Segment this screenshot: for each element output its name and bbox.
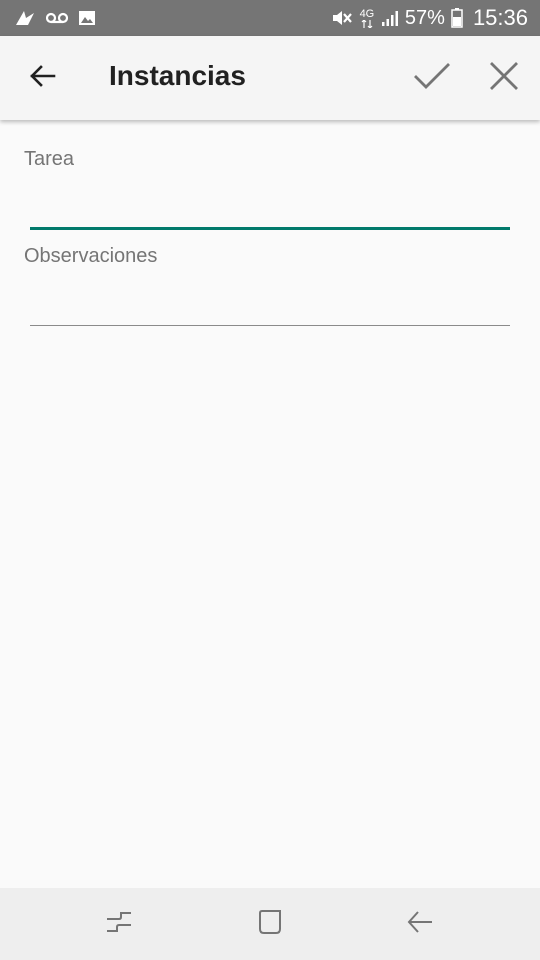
battery-icon	[451, 8, 463, 28]
status-bar-right: 4G 57% 15:36	[331, 5, 528, 31]
network-type-label: 4G	[359, 7, 375, 20]
back-button[interactable]	[18, 56, 66, 100]
navigation-bar	[0, 888, 540, 960]
signal-icon	[381, 9, 399, 27]
status-bar-left	[14, 9, 96, 27]
nav-back-button[interactable]	[396, 904, 444, 944]
observaciones-input[interactable]	[30, 286, 510, 326]
home-button[interactable]	[246, 904, 294, 944]
close-icon	[489, 61, 519, 96]
confirm-button[interactable]	[408, 54, 456, 102]
status-time: 15:36	[472, 5, 528, 30]
nav-back-icon	[406, 909, 434, 940]
network-4g-icon: 4G	[359, 7, 375, 28]
status-bar: 4G 57% 15:36	[0, 0, 540, 36]
tarea-input[interactable]	[30, 190, 510, 230]
page-title: Instancias	[109, 60, 246, 91]
recents-icon	[105, 909, 133, 940]
close-button[interactable]	[480, 54, 528, 102]
observaciones-label: Observaciones	[24, 245, 158, 267]
image-icon	[78, 10, 96, 26]
battery-percent: 57%	[404, 6, 445, 29]
tarea-label: Tarea	[24, 148, 75, 170]
voicemail-icon	[46, 12, 68, 24]
notification-app-icon	[14, 9, 36, 27]
app-bar: Instancias	[0, 36, 540, 120]
mute-icon	[331, 8, 353, 28]
home-icon	[257, 909, 283, 940]
arrow-back-icon	[28, 62, 56, 95]
recents-button[interactable]	[95, 904, 143, 944]
check-icon	[413, 61, 451, 96]
